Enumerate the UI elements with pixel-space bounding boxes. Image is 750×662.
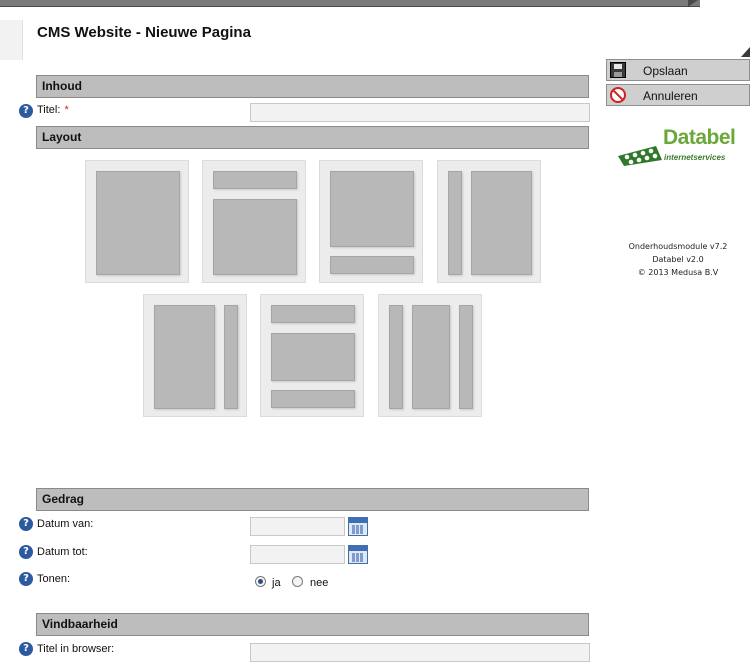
logo-subtitle: internetservices xyxy=(664,153,726,162)
help-icon[interactable]: ? xyxy=(19,545,33,559)
top-bar xyxy=(0,0,700,7)
save-button-label: Opslaan xyxy=(643,64,688,78)
layout-block xyxy=(459,305,473,409)
titel-browser-input[interactable] xyxy=(250,643,590,662)
layout-block xyxy=(271,305,355,323)
copyright-line: © 2013 Medusa B.V xyxy=(637,268,719,277)
titel-browser-label: Titel in browser: xyxy=(37,643,115,655)
cancel-button[interactable]: Annuleren xyxy=(606,84,750,106)
layout-block xyxy=(389,305,403,409)
layout-block xyxy=(213,199,297,275)
layout-option-three-columns[interactable] xyxy=(378,294,482,417)
tonen-radio-ja[interactable] xyxy=(255,576,266,587)
layout-option-header-content[interactable] xyxy=(202,160,306,283)
layout-option-sidebar-left[interactable] xyxy=(437,160,541,283)
calendar-icon[interactable] xyxy=(348,517,368,536)
layout-option-content-footer[interactable] xyxy=(319,160,423,283)
help-icon[interactable]: ? xyxy=(19,642,33,656)
layout-block xyxy=(471,171,532,275)
layout-block xyxy=(154,305,215,409)
layout-block xyxy=(448,171,462,275)
datum-van-input[interactable] xyxy=(250,517,345,536)
help-icon[interactable]: ? xyxy=(19,104,33,118)
help-icon[interactable]: ? xyxy=(19,572,33,586)
section-header-gedrag: Gedrag xyxy=(36,488,589,511)
layout-block xyxy=(330,256,414,274)
layout-option-single[interactable] xyxy=(85,160,189,283)
tonen-label: Tonen: xyxy=(37,573,71,585)
layout-block xyxy=(224,305,238,409)
top-bar-tip xyxy=(688,0,698,7)
calendar-icon[interactable] xyxy=(348,545,368,564)
required-mark: * xyxy=(64,104,69,116)
version-line-databel: Databel v2.0 xyxy=(652,255,704,264)
save-button[interactable]: Opslaan xyxy=(606,59,750,81)
layout-option-sidebar-right[interactable] xyxy=(143,294,247,417)
logo-mark-icon xyxy=(618,146,662,166)
left-panel-tab[interactable] xyxy=(0,20,23,60)
tonen-radio-nee[interactable] xyxy=(292,576,303,587)
databel-logo: Databel internetservices xyxy=(618,126,736,168)
section-header-vindbaarheid: Vindbaarheid xyxy=(36,613,589,636)
floppy-disk-icon xyxy=(610,62,626,78)
section-header-layout: Layout xyxy=(36,126,589,149)
logo-text: Databel xyxy=(663,126,736,149)
layout-block xyxy=(213,171,297,189)
tonen-radio-nee-label[interactable]: nee xyxy=(310,577,328,589)
titel-input[interactable] xyxy=(250,103,590,122)
version-line-module: Onderhoudsmodule v7.2 xyxy=(628,242,728,251)
tonen-radio-ja-label[interactable]: ja xyxy=(272,577,281,589)
help-icon[interactable]: ? xyxy=(19,517,33,531)
datum-tot-label: Datum tot: xyxy=(37,546,88,558)
layout-block xyxy=(412,305,450,409)
cancel-button-label: Annuleren xyxy=(643,89,698,103)
layout-block xyxy=(271,333,355,381)
no-entry-icon xyxy=(610,87,626,103)
datum-tot-input[interactable] xyxy=(250,545,345,564)
layout-block xyxy=(271,390,355,408)
datum-van-label: Datum van: xyxy=(37,518,94,530)
sidebar-tip xyxy=(741,47,750,57)
page-title: CMS Website - Nieuwe Pagina xyxy=(37,24,251,41)
layout-option-header-content-footer[interactable] xyxy=(260,294,364,417)
layout-block xyxy=(96,171,180,275)
titel-label: Titel: * xyxy=(37,104,69,116)
section-header-inhoud: Inhoud xyxy=(36,75,589,98)
layout-block xyxy=(330,171,414,247)
